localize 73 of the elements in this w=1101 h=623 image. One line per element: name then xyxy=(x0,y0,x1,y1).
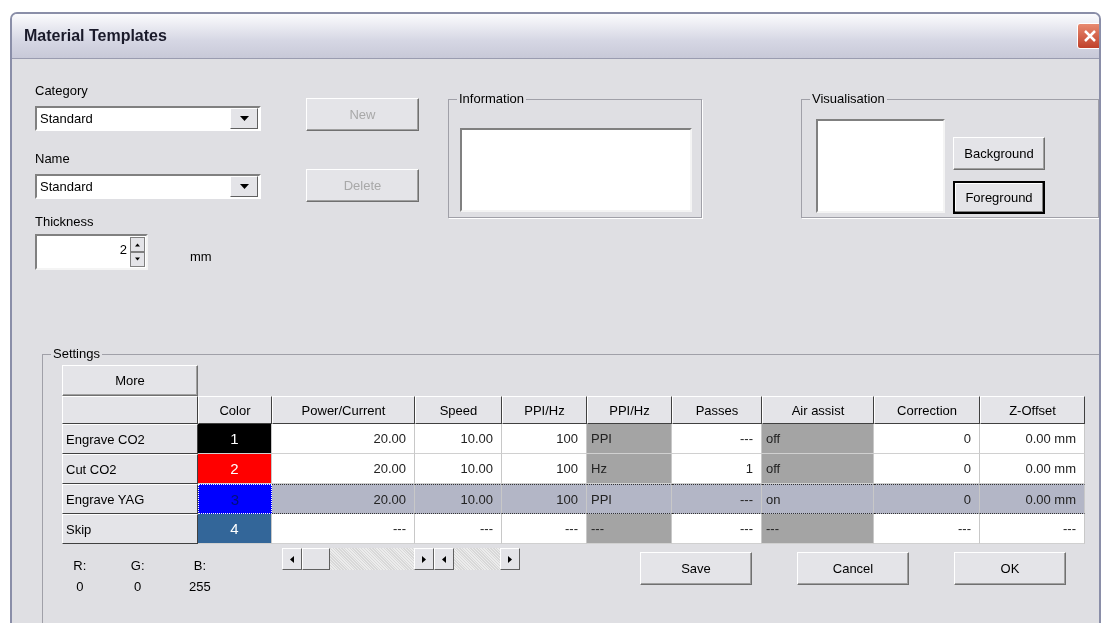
color-cell: 4 xyxy=(198,514,272,544)
table-cell: PPI xyxy=(587,484,672,514)
table-cell: --- xyxy=(874,514,980,544)
table-cell: Hz xyxy=(587,454,672,484)
color-cell: 3 xyxy=(198,484,272,514)
table-cell: PPI xyxy=(587,424,672,454)
table-cell: 100 xyxy=(502,454,587,484)
table-cell: 20.00 xyxy=(272,454,415,484)
channel-value: 255 xyxy=(189,579,211,594)
table-cell: --- xyxy=(672,514,762,544)
spinner-value: 2 xyxy=(118,241,128,259)
color-button[interactable]: Foreground xyxy=(953,181,1045,214)
window-title: Material Templates xyxy=(23,27,167,45)
dialog-button[interactable]: Cancel xyxy=(797,552,909,585)
color-cell: 1 xyxy=(198,424,272,454)
table-cell: 0 xyxy=(874,424,980,454)
channel-label: G: xyxy=(130,558,145,573)
dialog-button[interactable]: Save xyxy=(640,552,752,585)
table-cell: --- xyxy=(502,514,587,544)
color-cell: 2 xyxy=(198,454,272,484)
table-cell: --- xyxy=(980,514,1085,544)
table-cell: off xyxy=(762,454,874,484)
row-header[interactable]: Engrave YAG xyxy=(62,484,198,514)
channel-value: 0 xyxy=(76,579,84,594)
unit-label: mm xyxy=(190,248,212,264)
table-cell: 10.00 xyxy=(415,484,502,514)
field-label: Name xyxy=(35,151,71,166)
table-cell: --- xyxy=(587,514,672,544)
table-cell: 0.00 mm xyxy=(980,484,1085,514)
more-button[interactable]: More xyxy=(62,365,198,396)
dropdown-field[interactable]: Standard xyxy=(35,174,261,199)
table-cell: 20.00 xyxy=(272,424,415,454)
row-header[interactable]: Cut CO2 xyxy=(62,454,198,484)
group-title: Visualisation xyxy=(810,91,887,106)
table-cell: --- xyxy=(672,484,762,514)
column-header[interactable]: Color xyxy=(198,396,272,424)
table-cell: 20.00 xyxy=(272,484,415,514)
table-cell: 10.00 xyxy=(415,424,502,454)
number-spinner[interactable]: 2 xyxy=(35,234,148,270)
column-header[interactable]: PPI/Hz xyxy=(587,396,672,424)
table-cell: 1 xyxy=(672,454,762,484)
color-button[interactable]: Background xyxy=(953,137,1045,170)
table-cell: --- xyxy=(272,514,415,544)
column-header[interactable]: Correction xyxy=(874,396,980,424)
table-cell: --- xyxy=(762,514,874,544)
dropdown-field[interactable]: Standard xyxy=(35,106,261,131)
table-cell: 100 xyxy=(502,484,587,514)
column-header[interactable]: Air assist xyxy=(762,396,874,424)
column-header[interactable]: PPI/Hz xyxy=(502,396,587,424)
table-cell: off xyxy=(762,424,874,454)
group-title: Information xyxy=(457,91,527,106)
field-label: Thickness xyxy=(35,214,95,229)
group-title: Settings xyxy=(51,346,102,361)
table-cell: 100 xyxy=(502,424,587,454)
row-header[interactable]: Skip xyxy=(62,514,198,544)
table-cell: 0.00 mm xyxy=(980,424,1085,454)
table-cell: 10.00 xyxy=(415,454,502,484)
table-cell: 0 xyxy=(874,484,980,514)
dialog-button[interactable]: OK xyxy=(954,552,1066,585)
table-cell: on xyxy=(762,484,874,514)
column-header[interactable]: Passes xyxy=(672,396,762,424)
channel-label: R: xyxy=(73,558,87,573)
table-cell: --- xyxy=(672,424,762,454)
channel-value: 0 xyxy=(134,579,142,594)
column-header[interactable]: Z-Offset xyxy=(980,396,1085,424)
channel-label: B: xyxy=(193,558,207,573)
table-cell: 0.00 mm xyxy=(980,454,1085,484)
table-cell: --- xyxy=(415,514,502,544)
row-header[interactable]: Engrave CO2 xyxy=(62,424,198,454)
table-cell: 0 xyxy=(874,454,980,484)
field-label: Category xyxy=(35,83,89,98)
column-header[interactable]: Speed xyxy=(415,396,502,424)
column-header[interactable]: Power/Current xyxy=(272,396,415,424)
